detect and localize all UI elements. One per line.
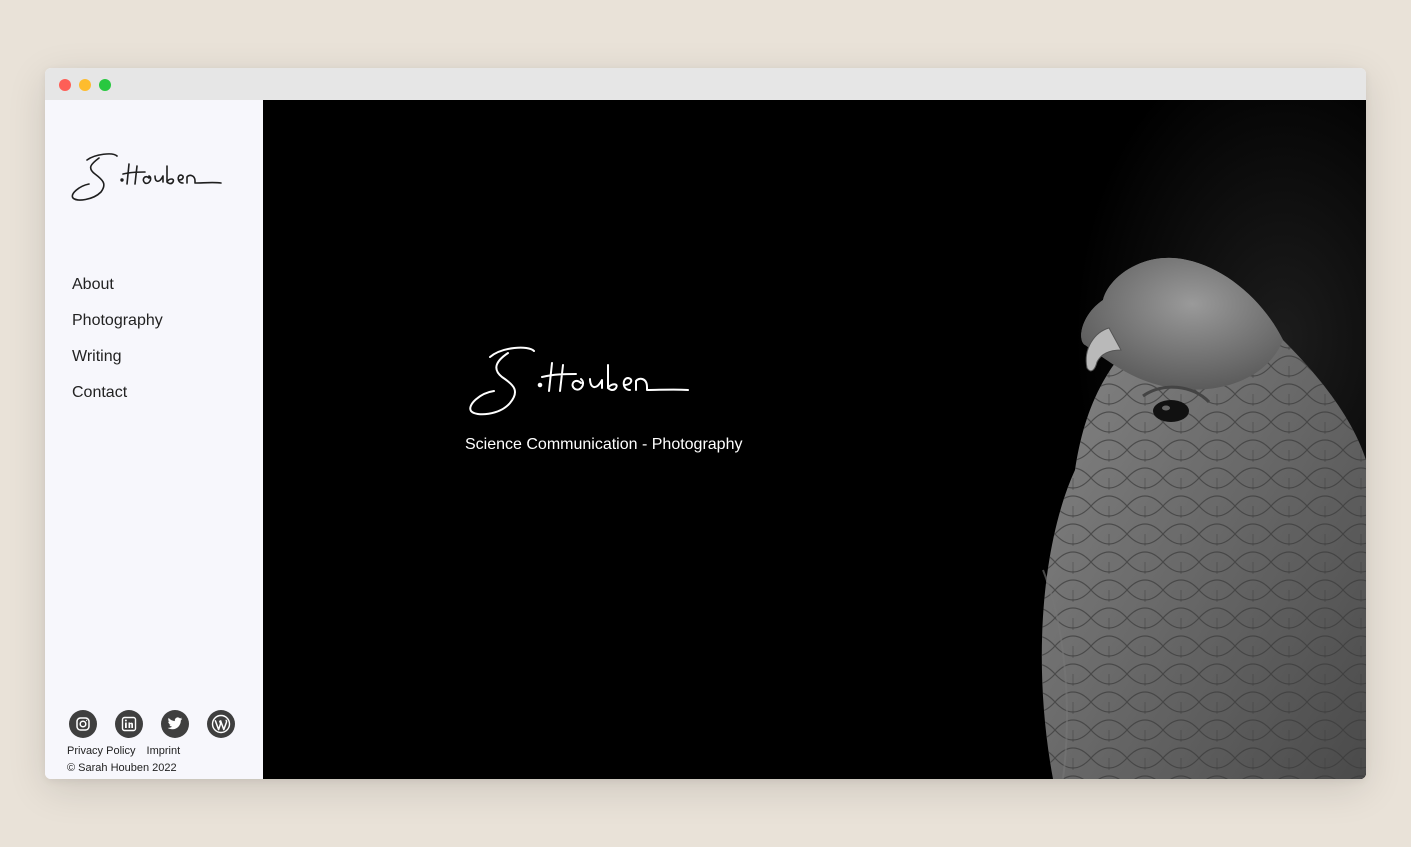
footer-links: Privacy Policy Imprint (67, 745, 188, 757)
privacy-policy-link[interactable]: Privacy Policy (67, 745, 135, 757)
wordpress-icon[interactable] (207, 710, 235, 738)
window-titlebar (45, 68, 1366, 100)
nav-about[interactable]: About (72, 275, 163, 295)
copyright-text: © Sarah Houben 2022 (67, 762, 177, 774)
hero-section: Science Communication - Photography (263, 100, 1366, 779)
social-links (69, 710, 239, 738)
sidebar: About Photography Writing Contact Privac… (45, 100, 263, 779)
linkedin-icon[interactable] (115, 710, 143, 738)
main-navigation: About Photography Writing Contact (72, 275, 163, 419)
hero-logo-signature (469, 346, 689, 416)
nav-photography[interactable]: Photography (72, 311, 163, 331)
close-window-button[interactable] (59, 79, 71, 91)
twitter-icon[interactable] (161, 710, 189, 738)
browser-window: About Photography Writing Contact Privac… (45, 68, 1366, 779)
nav-writing[interactable]: Writing (72, 347, 163, 367)
maximize-window-button[interactable] (99, 79, 111, 91)
hero-tagline: Science Communication - Photography (465, 436, 743, 453)
minimize-window-button[interactable] (79, 79, 91, 91)
falcon-photo (903, 100, 1366, 779)
instagram-icon[interactable] (69, 710, 97, 738)
site-logo-signature[interactable] (71, 150, 223, 206)
imprint-link[interactable]: Imprint (147, 745, 181, 757)
nav-contact[interactable]: Contact (72, 383, 163, 403)
